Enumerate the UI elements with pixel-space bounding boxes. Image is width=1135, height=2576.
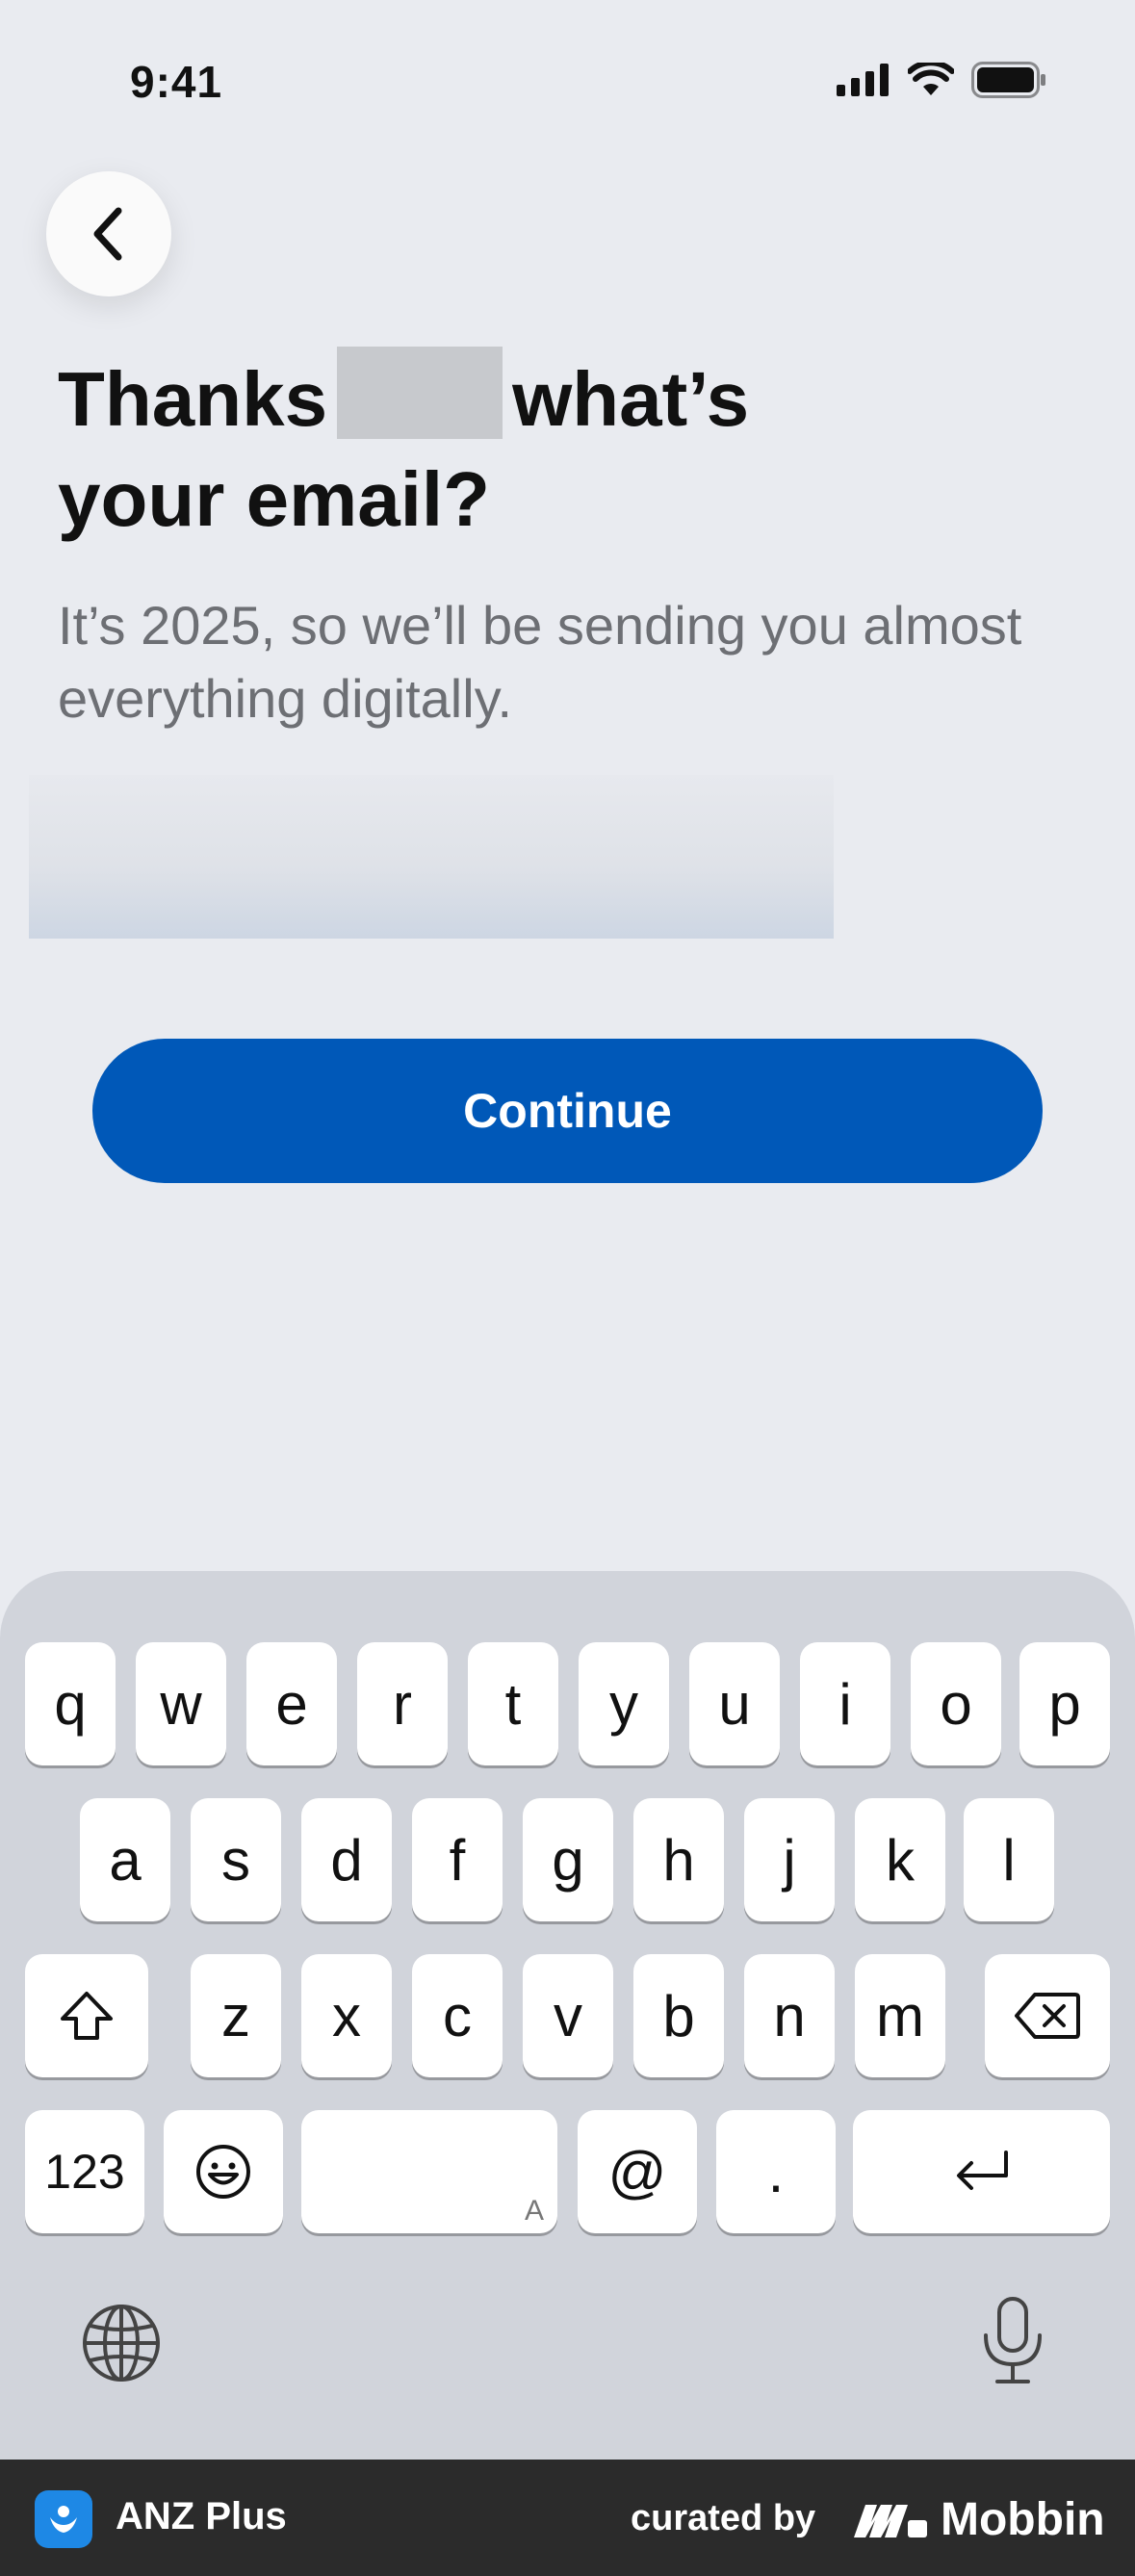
key-q[interactable]: q — [25, 1642, 116, 1765]
cellular-signal-icon — [837, 64, 889, 96]
key-x[interactable]: x — [301, 1954, 392, 2077]
return-icon — [956, 2151, 1008, 2190]
key-s[interactable]: s — [191, 1798, 281, 1921]
app-logo — [35, 2490, 92, 2548]
email-field[interactable] — [29, 775, 834, 939]
redacted-name — [337, 347, 503, 439]
key-e[interactable]: e — [246, 1642, 337, 1765]
delete-key[interactable] — [985, 1954, 1110, 2077]
continue-button[interactable]: Continue — [92, 1039, 1043, 1183]
key-h[interactable]: h — [633, 1798, 724, 1921]
battery-icon — [971, 62, 1045, 98]
keyboard: q w e r t y u i o p a s d f g h j k l z … — [0, 1571, 1135, 2460]
key-v[interactable]: v — [523, 1954, 613, 2077]
page-title: Thanks what’s your email? — [58, 347, 1069, 550]
key-o[interactable]: o — [911, 1642, 1001, 1765]
at-key[interactable]: @ — [578, 2110, 697, 2233]
key-g[interactable]: g — [523, 1798, 613, 1921]
dictation-key[interactable] — [976, 2295, 1049, 2392]
emoji-key[interactable] — [164, 2110, 283, 2233]
mobbin-brand: Mobbin — [941, 2494, 1105, 2545]
key-t[interactable]: t — [468, 1642, 558, 1765]
microphone-icon — [984, 2297, 1042, 2383]
return-key[interactable] — [853, 2110, 1110, 2233]
key-d[interactable]: d — [301, 1798, 392, 1921]
key-n[interactable]: n — [744, 1954, 835, 2077]
space-key-hint: A — [524, 2195, 544, 2227]
footer-bar: ANZ Plus curated by Mobbin — [0, 2460, 1135, 2576]
key-i[interactable]: i — [800, 1642, 890, 1765]
key-b[interactable]: b — [633, 1954, 724, 2077]
status-bar: 9:41 — [0, 0, 1135, 164]
space-key[interactable]: A — [301, 2110, 557, 2233]
key-a[interactable]: a — [80, 1798, 170, 1921]
key-k[interactable]: k — [855, 1798, 945, 1921]
key-r[interactable]: r — [357, 1642, 448, 1765]
title-email: your email? — [58, 456, 491, 542]
chevron-left-icon — [93, 207, 122, 261]
page-subtitle: It’s 2025, so we’ll be sending you almos… — [58, 595, 1022, 729]
key-f[interactable]: f — [412, 1798, 503, 1921]
key-y[interactable]: y — [579, 1642, 669, 1765]
curated-by-label: curated by — [631, 2498, 816, 2538]
key-l[interactable]: l — [964, 1798, 1054, 1921]
numbers-key[interactable]: 123 — [25, 2110, 144, 2233]
backspace-icon — [1015, 1993, 1080, 2039]
globe-key[interactable] — [81, 2303, 162, 2388]
title-thanks: Thanks — [58, 356, 328, 442]
dot-key[interactable]: . — [716, 2110, 836, 2233]
shift-key[interactable] — [25, 1954, 148, 2077]
key-w[interactable]: w — [136, 1642, 226, 1765]
anz-logo-icon — [50, 2506, 77, 2533]
wifi-icon — [908, 63, 954, 95]
emoji-icon — [196, 2145, 250, 2199]
key-z[interactable]: z — [191, 1954, 281, 2077]
mobbin-mark-icon — [854, 2504, 927, 2537]
key-c[interactable]: c — [412, 1954, 503, 2077]
app-name: ANZ Plus — [116, 2495, 287, 2537]
key-p[interactable]: p — [1019, 1642, 1110, 1765]
mobbin-logo: Mobbin — [852, 2493, 1105, 2546]
title-whats: what’s — [512, 356, 750, 442]
key-j[interactable]: j — [744, 1798, 835, 1921]
key-m[interactable]: m — [855, 1954, 945, 2077]
key-u[interactable]: u — [689, 1642, 780, 1765]
shift-icon — [61, 1992, 113, 2040]
globe-icon — [83, 2305, 160, 2382]
back-button[interactable] — [46, 171, 171, 296]
status-icons — [837, 62, 1046, 98]
status-time: 9:41 — [130, 57, 223, 107]
